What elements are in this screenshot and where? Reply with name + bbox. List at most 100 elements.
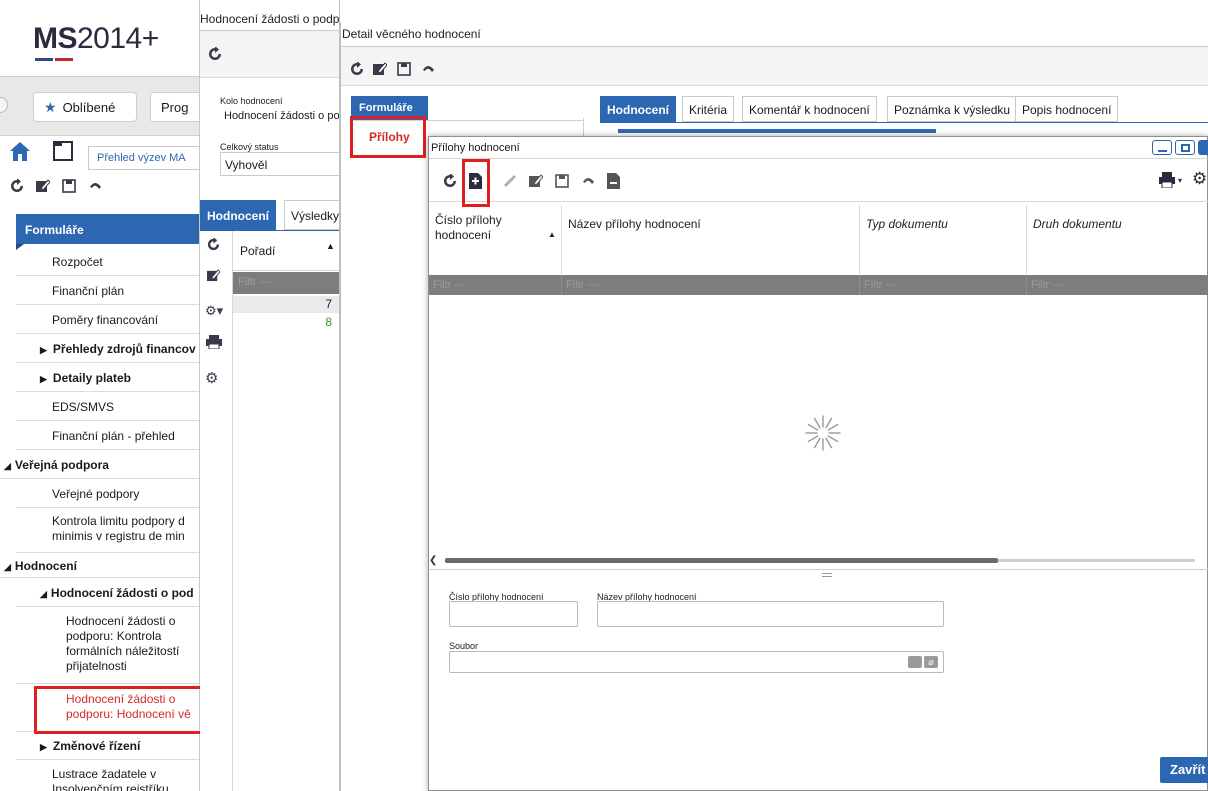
status-label: Celkový status (220, 142, 279, 152)
settings-icon[interactable]: ⚙ (1192, 169, 1207, 189)
save-icon[interactable] (555, 174, 569, 188)
save-icon[interactable] (397, 62, 411, 76)
filter-nazev[interactable]: Filtr --- (562, 275, 860, 295)
menu-item-lustrace[interactable]: Lustrace žadatele v Insolvenčním rejstřík… (16, 760, 199, 791)
nazev-input[interactable] (597, 601, 944, 627)
refresh-icon[interactable] (10, 179, 24, 193)
filter-druh[interactable]: Filtr --- (1027, 275, 1208, 295)
menu-item-rozpocet[interactable]: Rozpočet (16, 246, 199, 276)
left-toolbar (10, 179, 102, 193)
column-header-typ[interactable]: Typ dokumentu (860, 205, 1027, 275)
modal-title: Přílohy hodnocení (431, 142, 520, 154)
edit-icon[interactable] (36, 179, 50, 193)
gears-icon[interactable]: ⚙▾ (205, 303, 223, 319)
modal-toolbar: ▾ ⚙ (429, 160, 1208, 202)
app-logo: MS2014+ (33, 22, 159, 61)
tab-vysledky[interactable]: Výsledky (284, 200, 339, 230)
menu-item-detaily-plateb[interactable]: ▶ Detaily plateb (16, 363, 199, 392)
edit-icon[interactable] (529, 174, 543, 188)
favorites-toolbar: ★ Oblíbené Prog (0, 76, 199, 136)
modal-titlebar: Přílohy hodnocení (429, 137, 1208, 159)
favorites-button[interactable]: ★ Oblíbené (33, 92, 137, 122)
refresh-icon[interactable] (208, 47, 222, 61)
menu-item-financni-plan-prehled[interactable]: Finanční plán - přehled (16, 421, 199, 450)
tab-vyzvy-overview[interactable]: Přehled výzev MA (88, 146, 199, 170)
detail-toolbar (341, 46, 1208, 86)
tab-komentar[interactable]: Komentář k hodnocení (742, 96, 877, 122)
print-icon[interactable] (1159, 172, 1177, 188)
close-icon[interactable] (1198, 140, 1208, 155)
menu-group-verejna-podpora[interactable]: ◢ Veřejná podpora (0, 450, 199, 479)
menu-group-hodnoceni-zadosti[interactable]: ◢ Hodnocení žádosti o pod (16, 578, 199, 607)
highlight-prilohy (350, 116, 426, 158)
menu-item-prehledy-zdroju[interactable]: ▶ Přehledy zdrojů financov (16, 334, 199, 363)
table-row[interactable]: 8 (233, 314, 339, 331)
kolo-value: Hodnocení žádosti o po (224, 110, 340, 122)
tab-hodnoceni[interactable]: Hodnocení (200, 200, 276, 230)
soubor-input[interactable]: ⌀ (449, 651, 944, 673)
program-button[interactable]: Prog (150, 92, 199, 122)
tab-popis[interactable]: Popis hodnocení (1015, 96, 1119, 122)
expand-arrow-icon: ▶ (40, 345, 47, 355)
menu-item-financni-plan[interactable]: Finanční plán (16, 276, 199, 305)
print-icon[interactable] (206, 335, 224, 349)
filter-typ[interactable]: Filtr --- (860, 275, 1027, 295)
column-header-nazev[interactable]: Název přílohy hodnocení (562, 205, 860, 275)
scroll-left-arrow-icon[interactable]: ❮ (429, 555, 437, 566)
dropdown-arrow-icon[interactable]: ▾ (1178, 176, 1182, 185)
tab-underline (600, 122, 1208, 123)
menu-item-kontrola-formalnich[interactable]: Hodnocení žádosti o podporu: Kontrola form… (16, 607, 199, 684)
column-header-poradi[interactable]: Pořadí ▲ (233, 231, 339, 271)
menu-item-zmenove-rizeni[interactable]: ▶ Změnové řízení (16, 732, 199, 760)
refresh-icon[interactable] (350, 62, 364, 76)
hodnoceni-window: Hodnocení žádosti o podporu: Hodnocení v… (200, 0, 340, 791)
splitter-line (429, 569, 1208, 570)
menu-group-hodnoceni[interactable]: ◢ Hodnocení (0, 553, 199, 578)
refresh-icon[interactable] (207, 238, 220, 251)
table-row[interactable]: 7 (233, 296, 339, 313)
cislo-input[interactable] (449, 601, 578, 627)
mid-toolbar (200, 30, 339, 78)
menu-item-kontrola-limitu[interactable]: Kontrola limitu podpory d minimis v regis… (16, 508, 199, 553)
sort-asc-icon: ▲ (548, 230, 556, 239)
edit-icon[interactable] (207, 269, 220, 282)
home-icon[interactable] (8, 139, 32, 163)
menu-item-pomery-financovani[interactable]: Poměry financování (16, 305, 199, 334)
undo-icon[interactable] (421, 62, 435, 76)
horizontal-scrollbar[interactable]: ❮ (429, 555, 1208, 566)
undo-icon[interactable] (88, 179, 102, 193)
remove-document-icon[interactable] (607, 173, 620, 189)
menu-item-eds-smvs[interactable]: EDS/SMVS (16, 392, 199, 421)
maximize-icon[interactable] (1175, 140, 1195, 155)
close-button[interactable]: Zavřít (1160, 757, 1208, 783)
tab-kriteria[interactable]: Kritéria (682, 96, 735, 122)
column-header-cislo[interactable]: Číslo přílohy hodnocení ▲ (429, 205, 562, 275)
minimize-icon[interactable] (1152, 140, 1172, 155)
file-attach-icon[interactable]: ⌀ (924, 656, 938, 668)
filter-cislo[interactable]: Filtr --- (429, 275, 562, 295)
kolo-label: Kolo hodnocení (220, 96, 283, 106)
tab-content-bar (618, 129, 936, 133)
undo-icon[interactable] (581, 174, 595, 188)
soubor-label: Soubor (449, 641, 479, 651)
left-navigation-pane: MS2014+ ★ Oblíbené Prog Přehled výzev MA… (0, 0, 200, 791)
scrollbar-thumb[interactable] (445, 558, 998, 563)
splitter-handle-icon[interactable] (822, 573, 832, 577)
document-icon[interactable] (52, 140, 74, 162)
status-field: Vyhověl (220, 152, 339, 176)
file-new-icon[interactable] (908, 656, 922, 668)
filter-poradi[interactable]: Filtr --- (233, 272, 339, 294)
tab-hodnoceni[interactable]: Hodnocení (600, 96, 676, 122)
detail-title: Detail věcného hodnocení (342, 27, 481, 41)
settings-icon[interactable]: ⚙ (205, 369, 218, 387)
link-icon[interactable] (503, 174, 517, 188)
edit-icon[interactable] (373, 62, 387, 76)
menu-item-verejne-podpory[interactable]: Veřejné podpory (16, 479, 199, 508)
scroll-left-icon[interactable] (0, 97, 8, 113)
column-header-druh[interactable]: Druh dokumentu (1027, 205, 1208, 275)
grid-side-toolbar: ⚙▾ ⚙ (200, 231, 233, 791)
tab-poznamka[interactable]: Poznámka k výsledku (887, 96, 1018, 122)
save-icon[interactable] (62, 179, 76, 193)
attachments-grid: Číslo přílohy hodnocení ▲ Název přílohy h… (429, 205, 1208, 295)
refresh-icon[interactable] (443, 174, 457, 188)
